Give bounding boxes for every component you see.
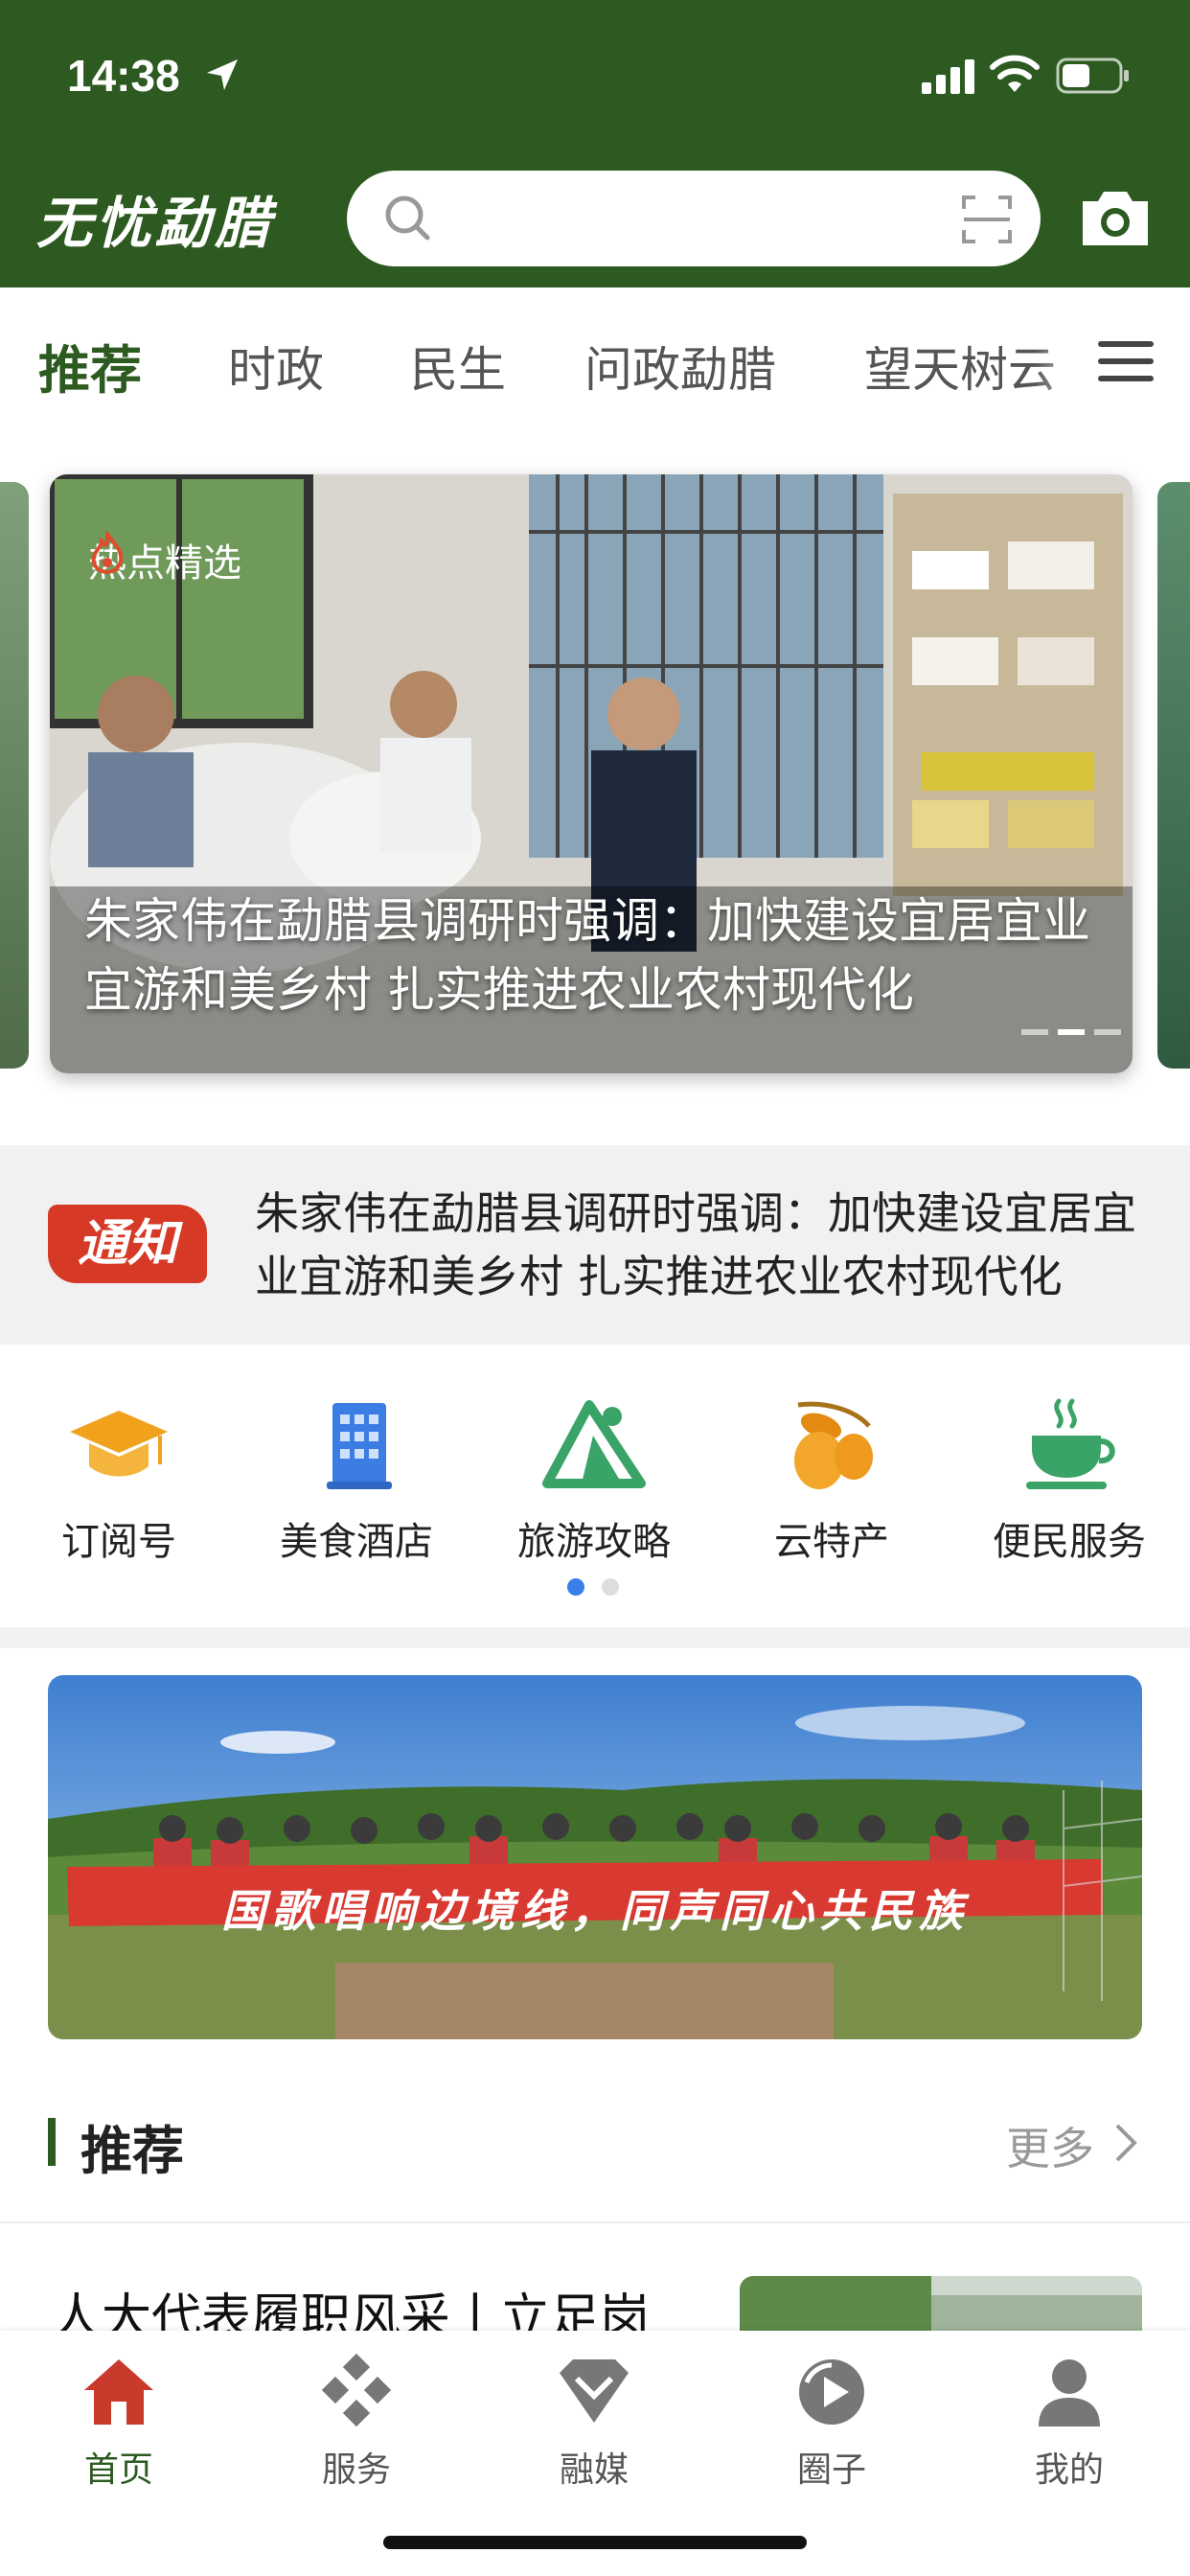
cellular-signal-icon xyxy=(922,59,974,94)
nav-media[interactable]: 融媒 xyxy=(498,2354,690,2492)
notice-bar[interactable]: 通知 朱家伟在勐腊县调研时强调：加快建设宜居宜业宜游和美乡村 扎实推进农业农村现… xyxy=(0,1145,1190,1345)
header-bar: 14:38 无忧勐腊 xyxy=(0,0,1190,288)
flame-icon xyxy=(91,532,124,574)
status-time: 14:38 xyxy=(67,51,180,101)
promo-banner[interactable]: 国歌唱响边境线，同声同心共民族 xyxy=(48,1675,1142,2039)
section-accent-bar xyxy=(48,2118,56,2166)
nav-home[interactable]: 首页 xyxy=(23,2354,215,2492)
tab-wangtianshu[interactable]: 望天树云 xyxy=(864,332,1056,401)
nav-services[interactable]: 服务 xyxy=(261,2354,452,2492)
service-grid: 订阅号 美食酒店 旅游攻略 云特产 便民服务 xyxy=(0,1345,1190,1627)
divider xyxy=(0,2221,1190,2223)
news-carousel[interactable]: 热点精选 朱家伟在勐腊县调研时强调：加快建设宜居宜业宜游和美乡村 扎实推进农业农… xyxy=(0,474,1190,1078)
category-tabs: 推荐 时政 民生 问政勐腊 望天树云 xyxy=(0,288,1190,441)
indicator-dot xyxy=(1021,1029,1048,1035)
mountain-icon xyxy=(542,1400,646,1488)
building-icon xyxy=(327,1403,392,1489)
graduation-cap-icon xyxy=(70,1411,168,1477)
nav-label: 我的 xyxy=(1034,2450,1104,2490)
pager-dot-active xyxy=(567,1578,584,1596)
banner-caption: 国歌唱响边境线，同声同心共民族 xyxy=(221,1885,969,1937)
services-icon xyxy=(321,2354,392,2427)
tea-cup-icon xyxy=(1026,1398,1115,1489)
article-image xyxy=(740,2276,1142,2334)
olive-icon xyxy=(794,1401,873,1489)
media-icon xyxy=(560,2359,629,2423)
service-specialty[interactable]: 云特产 xyxy=(726,1397,937,1566)
notice-badge: 通知 xyxy=(48,1205,207,1283)
app-logo: 无忧勐腊 xyxy=(36,191,275,256)
wifi-icon xyxy=(990,55,1040,92)
section-gap xyxy=(0,1627,1190,1648)
pager-dot xyxy=(602,1578,619,1596)
service-label: 云特产 xyxy=(774,1520,889,1564)
nav-label: 服务 xyxy=(321,2450,391,2490)
service-subscription[interactable]: 订阅号 xyxy=(13,1397,224,1566)
section-title: 推荐 xyxy=(80,2120,184,2181)
service-label: 便民服务 xyxy=(993,1520,1146,1564)
camera-icon[interactable] xyxy=(1079,186,1152,249)
more-link[interactable]: 更多 xyxy=(1006,2114,1094,2177)
tab-inquiry[interactable]: 问政勐腊 xyxy=(584,332,776,401)
indicator-dot xyxy=(1094,1029,1121,1035)
tab-livelihood[interactable]: 民生 xyxy=(410,332,506,401)
banner-photo xyxy=(48,1675,1142,2039)
scan-icon[interactable] xyxy=(962,196,1012,243)
battery-icon xyxy=(1056,58,1129,94)
tab-recommend[interactable]: 推荐 xyxy=(38,328,142,403)
next-slide-peek[interactable] xyxy=(1157,482,1190,1069)
service-label: 订阅号 xyxy=(61,1520,176,1564)
service-convenience[interactable]: 便民服务 xyxy=(964,1397,1175,1566)
menu-icon[interactable] xyxy=(1098,339,1154,383)
location-arrow-icon xyxy=(207,59,238,90)
nav-profile[interactable]: 我的 xyxy=(973,2354,1165,2492)
service-food-hotel[interactable]: 美食酒店 xyxy=(251,1397,462,1566)
search-icon xyxy=(385,196,430,241)
nav-label: 融媒 xyxy=(559,2450,629,2490)
service-label: 美食酒店 xyxy=(280,1520,433,1564)
service-travel[interactable]: 旅游攻略 xyxy=(489,1397,699,1566)
notice-text[interactable]: 朱家伟在勐腊县调研时强调：加快建设宜居宜业宜游和美乡村 扎实推进农业农村现代化 xyxy=(255,1182,1156,1308)
hot-tag: 热点精选 xyxy=(88,532,241,587)
recommend-header: 推荐 更多 xyxy=(0,2089,1190,2223)
circle-icon xyxy=(799,2359,864,2425)
service-pager xyxy=(567,1578,619,1596)
prev-slide-peek[interactable] xyxy=(0,482,29,1069)
carousel-slide[interactable]: 热点精选 朱家伟在勐腊县调研时强调：加快建设宜居宜业宜游和美乡村 扎实推进农业农… xyxy=(50,474,1133,1073)
profile-icon xyxy=(1039,2359,1100,2426)
article-thumbnail[interactable] xyxy=(740,2276,1142,2334)
home-icon xyxy=(84,2359,153,2425)
service-label: 旅游攻略 xyxy=(517,1520,671,1564)
home-indicator xyxy=(383,2536,807,2549)
slide-title: 朱家伟在勐腊县调研时强调：加快建设宜居宜业宜游和美乡村 扎实推进农业农村现代化 xyxy=(84,893,1090,1018)
nav-label: 圈子 xyxy=(796,2450,866,2490)
search-bar[interactable] xyxy=(347,171,1041,266)
carousel-indicator xyxy=(1021,1029,1121,1035)
tab-politics[interactable]: 时政 xyxy=(228,332,324,401)
indicator-dot-active xyxy=(1058,1029,1085,1035)
nav-circle[interactable]: 圈子 xyxy=(736,2354,927,2492)
app-screen: 14:38 无忧勐腊 推荐 时政 民生 问政勐腊 望天树云 热点精选 朱家伟在勐… xyxy=(0,0,1190,2576)
chevron-right-icon[interactable] xyxy=(1111,2122,1140,2164)
nav-label: 首页 xyxy=(83,2450,153,2490)
